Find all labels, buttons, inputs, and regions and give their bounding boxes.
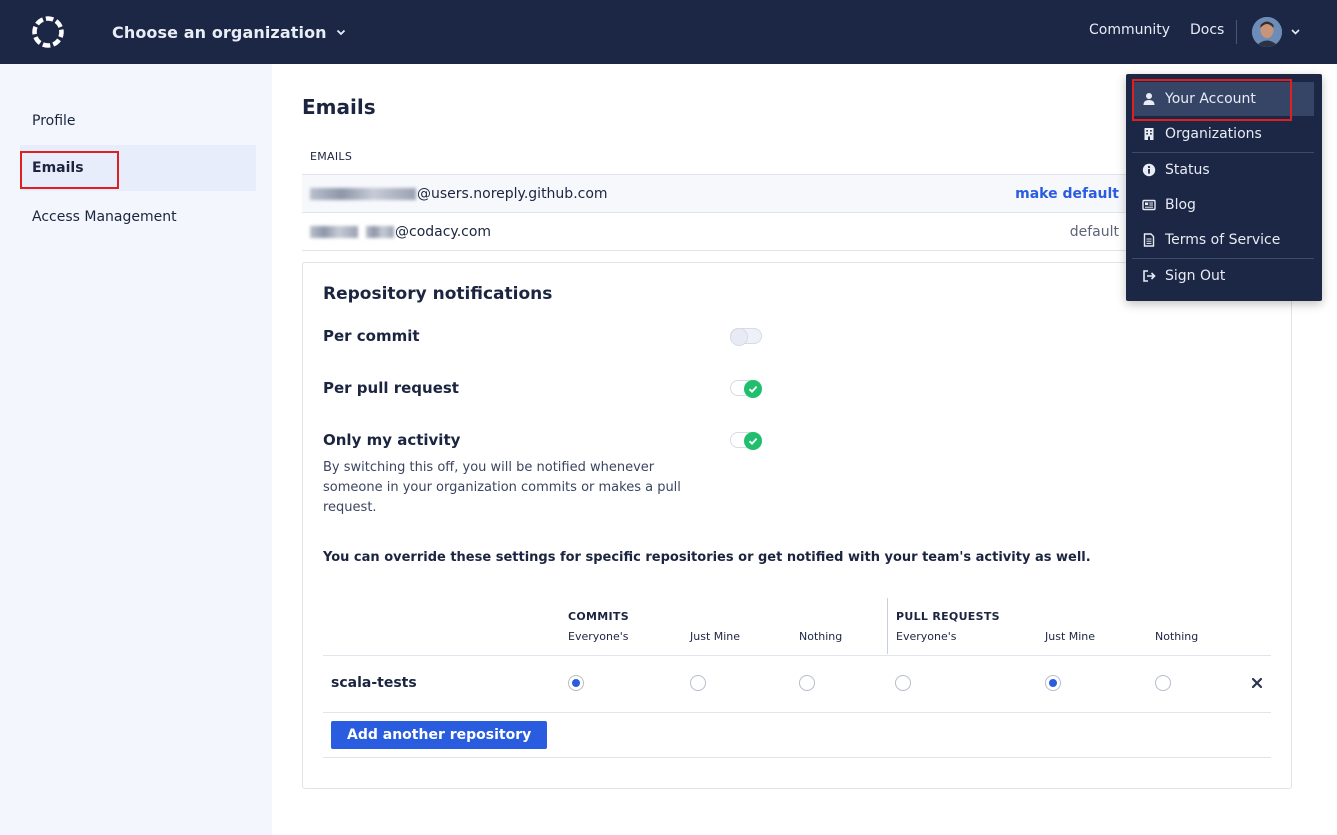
pr-nothing-radio[interactable]: [1155, 675, 1171, 691]
email-domain: @codacy.com: [395, 224, 492, 240]
dropdown-item-label: Terms of Service: [1165, 232, 1281, 248]
column-header-commits-everyones: Everyone's: [568, 630, 629, 643]
add-another-repository-button[interactable]: Add another repository: [331, 721, 548, 749]
dropdown-item-label: Your Account: [1165, 91, 1256, 107]
sidebar-item-label: Profile: [32, 113, 76, 129]
commits-group-header: COMMITS: [568, 610, 629, 623]
dropdown-item-label: Sign Out: [1165, 268, 1226, 284]
toggle-knob: [744, 380, 762, 398]
per-pull-request-toggle[interactable]: [730, 380, 762, 398]
account-dropdown-menu: Your Account Organizations Status Blog T…: [1126, 74, 1322, 301]
sidebar-item-label: Access Management: [32, 209, 177, 225]
column-header-pr-just-mine: Just Mine: [1045, 630, 1096, 643]
per-pull-request-label: Per pull request: [323, 379, 459, 397]
per-commit-label: Per commit: [323, 327, 420, 345]
top-navigation-bar: Choose an organization Community Docs: [0, 0, 1337, 64]
repository-notifications-card: Repository notifications Per commit Per …: [302, 262, 1292, 789]
notifications-title: Repository notifications: [323, 284, 553, 304]
redacted-text: [310, 188, 416, 200]
override-settings-text: You can override these settings for spec…: [323, 550, 1091, 565]
check-icon: [748, 385, 758, 393]
pull-requests-group-header: PULL REQUESTS: [896, 610, 1000, 623]
organization-selector-label: Choose an organization: [112, 22, 327, 42]
redacted-text: [310, 226, 358, 238]
dropdown-item-status[interactable]: Status: [1132, 153, 1314, 187]
community-link[interactable]: Community: [1089, 22, 1170, 38]
column-header-pr-everyones: Everyone's: [896, 630, 957, 643]
column-header-commits-nothing: Nothing: [799, 630, 843, 643]
account-menu-chevron-icon[interactable]: [1290, 26, 1301, 37]
make-default-link[interactable]: make default: [1015, 186, 1119, 202]
dropdown-item-organizations[interactable]: Organizations: [1132, 117, 1314, 151]
organization-selector[interactable]: Choose an organization: [112, 21, 347, 43]
only-my-activity-label: Only my activity: [323, 431, 461, 449]
repository-name: scala-tests: [331, 675, 417, 691]
remove-repository-icon[interactable]: [1250, 676, 1264, 690]
avatar-photo-icon: [1252, 17, 1282, 47]
email-domain: @users.noreply.github.com: [417, 186, 608, 202]
table-divider: [323, 712, 1271, 713]
email-address: @codacy.com: [310, 224, 491, 240]
page-title: Emails: [302, 95, 376, 119]
only-my-activity-toggle[interactable]: [730, 432, 762, 450]
emails-column-header: EMAILS: [310, 150, 353, 163]
user-icon: [1143, 93, 1155, 105]
docs-link[interactable]: Docs: [1190, 22, 1224, 38]
default-status-label: default: [1069, 224, 1119, 240]
commits-everyones-radio[interactable]: [568, 675, 584, 691]
commits-nothing-radio[interactable]: [799, 675, 815, 691]
group-divider: [887, 598, 888, 654]
dropdown-item-terms-of-service[interactable]: Terms of Service: [1132, 223, 1314, 257]
document-icon: [1143, 233, 1155, 247]
codacy-logo-icon[interactable]: [31, 15, 65, 49]
nav-divider: [1236, 20, 1237, 44]
pr-just-mine-radio[interactable]: [1045, 675, 1061, 691]
toggle-knob: [744, 432, 762, 450]
email-row: @users.noreply.github.com make default: [302, 175, 1128, 213]
toggle-knob: [730, 328, 748, 346]
dropdown-item-label: Status: [1165, 162, 1210, 178]
settings-sidebar: Profile Emails Access Management: [0, 64, 272, 835]
info-icon: [1142, 163, 1156, 177]
user-avatar[interactable]: [1252, 17, 1282, 47]
chevron-down-icon: [336, 29, 345, 36]
emails-table-header: EMAILS: [302, 138, 1128, 175]
check-icon: [748, 437, 758, 445]
redacted-text: [366, 226, 394, 238]
sidebar-item-profile[interactable]: Profile: [20, 98, 256, 144]
dropdown-item-sign-out[interactable]: Sign Out: [1132, 259, 1314, 293]
dropdown-item-your-account[interactable]: Your Account: [1132, 82, 1314, 116]
column-header-commits-just-mine: Just Mine: [690, 630, 741, 643]
column-header-pr-nothing: Nothing: [1155, 630, 1199, 643]
dropdown-item-blog[interactable]: Blog: [1132, 188, 1314, 222]
sidebar-item-emails[interactable]: Emails: [20, 145, 256, 191]
table-divider: [323, 757, 1271, 758]
email-address: @users.noreply.github.com: [310, 186, 608, 202]
sidebar-item-access-management[interactable]: Access Management: [20, 194, 256, 240]
sign-out-icon: [1143, 270, 1156, 282]
newspaper-icon: [1142, 199, 1156, 211]
table-divider: [323, 655, 1271, 656]
per-commit-toggle[interactable]: [730, 328, 762, 346]
pr-everyones-radio[interactable]: [895, 675, 911, 691]
commits-just-mine-radio[interactable]: [690, 675, 706, 691]
dropdown-item-label: Organizations: [1165, 126, 1262, 142]
sidebar-item-label: Emails: [32, 160, 84, 176]
dropdown-item-label: Blog: [1165, 197, 1196, 213]
only-my-activity-description: By switching this off, you will be notif…: [323, 460, 681, 515]
email-row: @codacy.com default: [302, 213, 1128, 251]
building-icon: [1144, 128, 1154, 140]
